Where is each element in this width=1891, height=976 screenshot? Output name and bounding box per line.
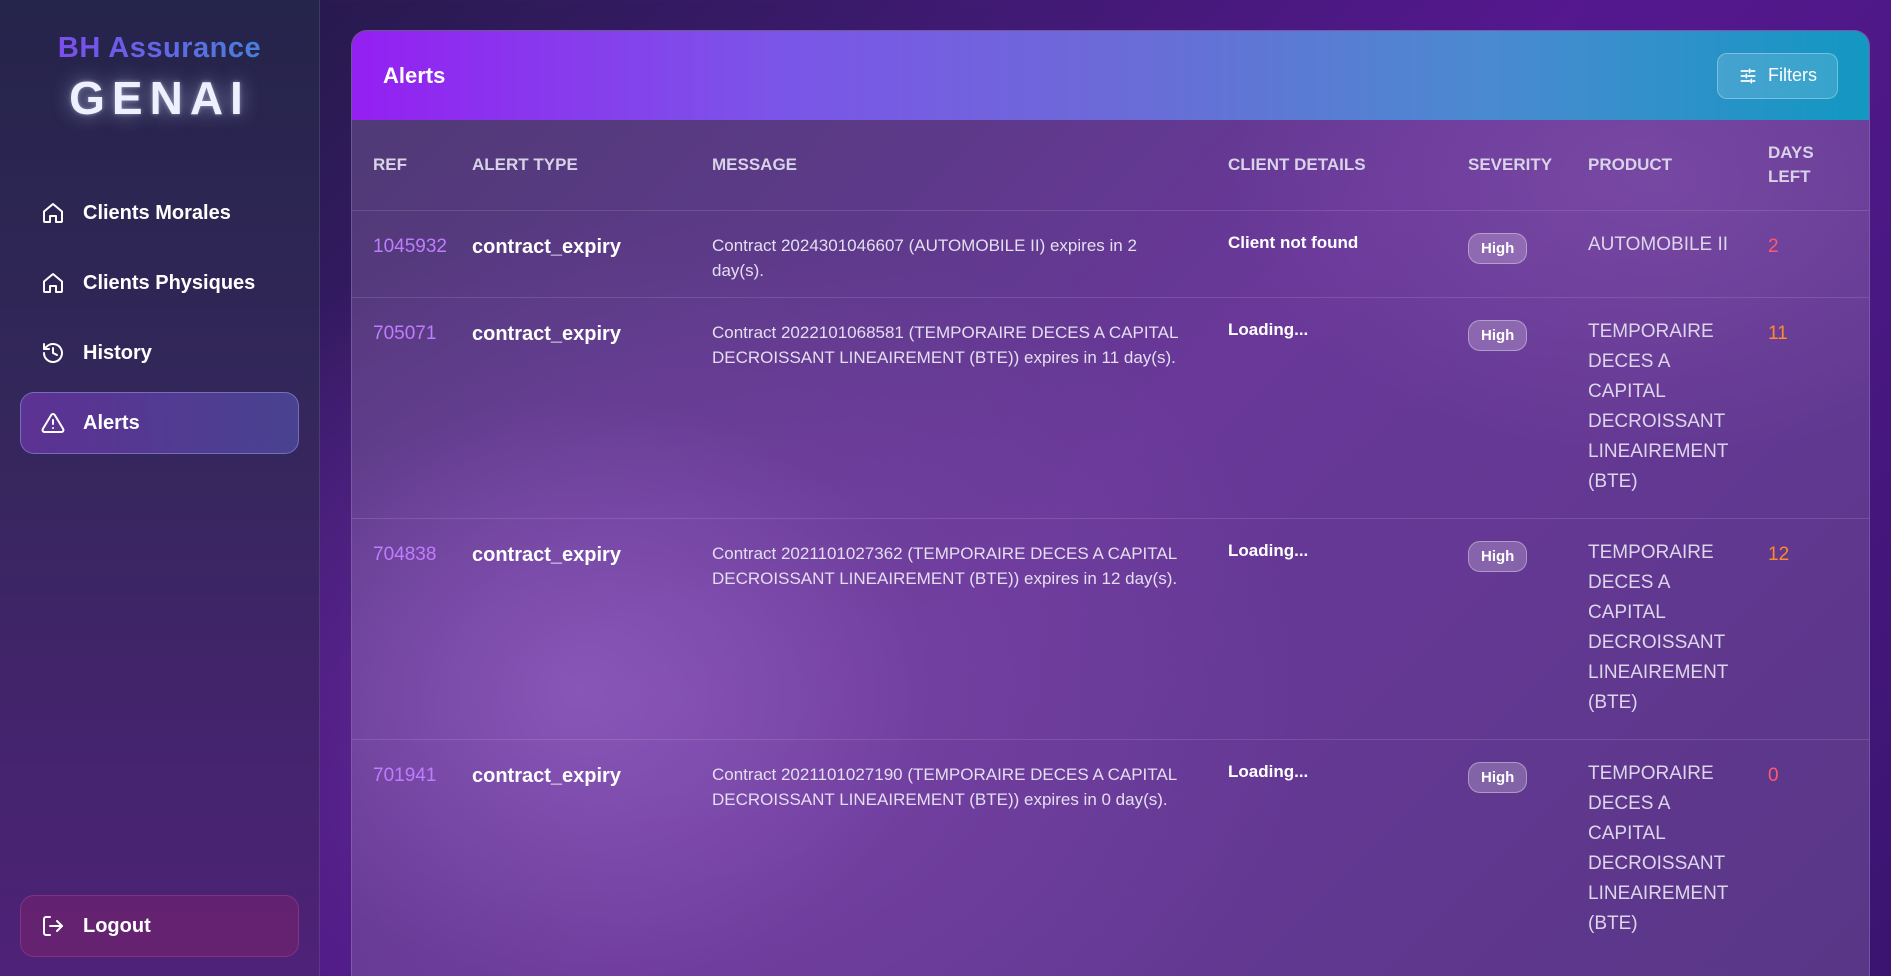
sidebar-item-label: Clients Physiques bbox=[83, 271, 256, 294]
logout-button[interactable]: Logout bbox=[20, 895, 299, 957]
column-header-message[interactable]: MESSAGE bbox=[691, 120, 1207, 210]
alert-ref-link[interactable]: 704838 bbox=[352, 518, 451, 739]
sidebar-item-label: History bbox=[83, 341, 152, 364]
brand-logo-text: GENAI bbox=[69, 72, 250, 124]
sliders-icon bbox=[1738, 66, 1758, 86]
product-name: TEMPORAIRE DECES A CAPITAL DECROISSANT L… bbox=[1588, 320, 1729, 492]
filters-label: Filters bbox=[1768, 65, 1817, 85]
alert-type: contract_expiry bbox=[472, 235, 621, 258]
filters-button[interactable]: Filters bbox=[1717, 52, 1838, 99]
alert-type: contract_expiry bbox=[472, 543, 621, 566]
brand: BH Assurance GENAI bbox=[0, 0, 319, 125]
severity-badge: High bbox=[1468, 540, 1528, 572]
alerts-table: REF ALERT TYPE MESSAGE CLIENT DETAILS SE… bbox=[352, 120, 1869, 960]
product-name: TEMPORAIRE DECES A CAPITAL DECROISSANT L… bbox=[1588, 762, 1729, 934]
brand-name: BH Assurance bbox=[0, 32, 319, 65]
sidebar-nav: Clients Morales Clients Physiques Histor… bbox=[20, 182, 299, 462]
alert-message: Contract 2022101068581 (TEMPORAIRE DECES… bbox=[712, 322, 1178, 367]
severity-cell: High bbox=[1447, 210, 1567, 297]
column-header-alert-type[interactable]: ALERT TYPE bbox=[451, 120, 691, 210]
days-left: 12 bbox=[1768, 543, 1790, 565]
column-header-product[interactable]: PRODUCT bbox=[1567, 120, 1747, 210]
sidebar-item-label: Clients Morales bbox=[83, 201, 231, 224]
alert-ref-link[interactable]: 701941 bbox=[352, 739, 451, 960]
days-left: 0 bbox=[1768, 764, 1779, 786]
severity-badge: High bbox=[1468, 319, 1528, 351]
sidebar: BH Assurance GENAI Clients Morales Clien… bbox=[0, 0, 320, 976]
client-details: Loading... bbox=[1228, 319, 1309, 339]
alerts-panel: Alerts Filters REF ALERT TYPE MESSAGE CL… bbox=[351, 30, 1870, 976]
severity-cell: High bbox=[1447, 739, 1567, 960]
column-header-severity[interactable]: SEVERITY bbox=[1447, 120, 1567, 210]
product-name: TEMPORAIRE DECES A CAPITAL DECROISSANT L… bbox=[1588, 541, 1729, 713]
alert-ref-link[interactable]: 1045932 bbox=[352, 210, 451, 297]
table-row[interactable]: 704838 contract_expiry Contract 20211010… bbox=[352, 518, 1869, 739]
page-title: Alerts bbox=[383, 62, 446, 88]
sidebar-item-history[interactable]: History bbox=[20, 322, 299, 384]
table-row[interactable]: 701941 contract_expiry Contract 20211010… bbox=[352, 739, 1869, 960]
column-header-days-left[interactable]: DAYS LEFT bbox=[1747, 120, 1869, 210]
alert-ref-link[interactable]: 705071 bbox=[352, 297, 451, 518]
logout-label: Logout bbox=[83, 914, 151, 937]
severity-badge: High bbox=[1468, 232, 1528, 264]
alert-type: contract_expiry bbox=[472, 764, 621, 787]
alert-type: contract_expiry bbox=[472, 322, 621, 345]
client-details: Loading... bbox=[1228, 761, 1309, 781]
home-icon bbox=[41, 201, 65, 225]
days-left: 11 bbox=[1768, 322, 1788, 344]
severity-badge: High bbox=[1468, 761, 1528, 793]
product-name: AUTOMOBILE II bbox=[1588, 233, 1729, 255]
sidebar-item-alerts[interactable]: Alerts bbox=[20, 392, 299, 454]
alert-message: Contract 2024301046607 (AUTOMOBILE II) e… bbox=[712, 235, 1137, 280]
sidebar-item-clients-morales[interactable]: Clients Morales bbox=[20, 182, 299, 244]
table-row[interactable]: 705071 contract_expiry Contract 20221010… bbox=[352, 297, 1869, 518]
severity-cell: High bbox=[1447, 297, 1567, 518]
history-icon bbox=[41, 341, 65, 365]
alert-triangle-icon bbox=[41, 411, 65, 435]
alert-message: Contract 2021101027362 (TEMPORAIRE DECES… bbox=[712, 543, 1178, 588]
alert-message: Contract 2021101027190 (TEMPORAIRE DECES… bbox=[712, 764, 1177, 809]
sidebar-item-clients-physiques[interactable]: Clients Physiques bbox=[20, 252, 299, 314]
client-details: Client not found bbox=[1228, 232, 1359, 252]
severity-cell: High bbox=[1447, 518, 1567, 739]
column-header-client-details[interactable]: CLIENT DETAILS bbox=[1207, 120, 1447, 210]
sidebar-item-label: Alerts bbox=[83, 411, 140, 434]
table-header-row: REF ALERT TYPE MESSAGE CLIENT DETAILS SE… bbox=[352, 120, 1869, 210]
column-header-ref[interactable]: REF bbox=[352, 120, 451, 210]
logout-icon bbox=[41, 914, 65, 938]
home-icon bbox=[41, 271, 65, 295]
table-row[interactable]: 1045932 contract_expiry Contract 2024301… bbox=[352, 210, 1869, 297]
client-details: Loading... bbox=[1228, 540, 1309, 560]
days-left: 2 bbox=[1768, 235, 1779, 257]
panel-header: Alerts Filters bbox=[352, 31, 1869, 120]
